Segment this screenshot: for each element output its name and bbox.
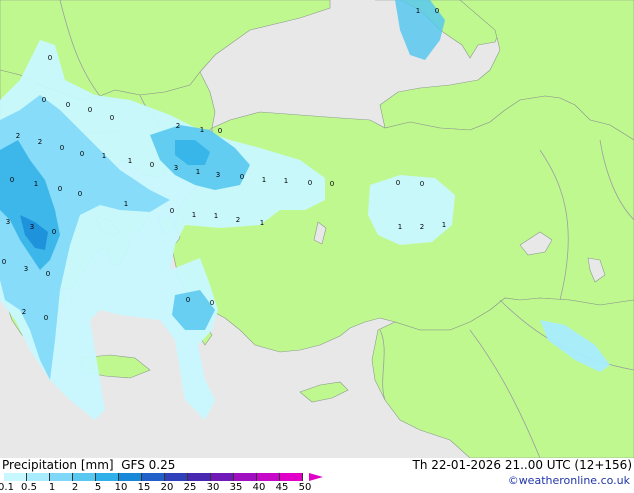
color-scale-swatch xyxy=(73,473,96,481)
map-title: Precipitation [mm] GFS 0.25 xyxy=(2,458,175,472)
color-scale-swatch xyxy=(96,473,119,481)
color-scale-arrow xyxy=(309,473,323,481)
precip-value-label: 1 xyxy=(284,177,288,185)
precip-value-label: 1 xyxy=(196,168,200,176)
color-scale-swatch xyxy=(142,473,165,481)
precip-value-label: 0 xyxy=(420,180,424,188)
precipitation-map: 1 0 0 0 0 0 0 2 1 0 2 2 0 0 1 1 0 3 1 3 0 1 1 0 0 0 0 0 1 0 0 1 0 3 3 0 1 1 2 1… xyxy=(0,0,634,458)
precip-value-label: 0 xyxy=(210,299,214,307)
color-scale-tick-label: 0.1 xyxy=(0,482,14,493)
precip-value-label: 1 xyxy=(192,211,196,219)
color-scale-tick-label: 35 xyxy=(229,482,243,493)
precip-value-label: 0 xyxy=(218,127,222,135)
precip-value-label: 1 xyxy=(128,157,132,165)
precip-value-label: 2 xyxy=(420,223,424,231)
precip-value-label: 3 xyxy=(216,171,220,179)
precip-value-label: 1 xyxy=(124,200,128,208)
precip-value-label: 1 xyxy=(442,221,446,229)
model-name: GFS 0.25 xyxy=(121,458,176,472)
precip-value-label: 2 xyxy=(22,308,26,316)
precip-value-label: 0 xyxy=(46,270,50,278)
color-scale-tick-label: 10 xyxy=(114,482,128,493)
precip-value-label: 3 xyxy=(30,223,34,231)
color-scale-tick-label: 45 xyxy=(275,482,289,493)
precip-value-label: 0 xyxy=(308,179,312,187)
precip-value-label: 0 xyxy=(396,179,400,187)
color-scale-swatch xyxy=(4,473,27,481)
color-scale-swatch xyxy=(119,473,142,481)
color-scale-tick-label: 20 xyxy=(160,482,174,493)
precip-value-label: 0 xyxy=(78,190,82,198)
precip-value-label: 0 xyxy=(66,101,70,109)
precip-value-label: 0 xyxy=(170,207,174,215)
precip-value-label: 1 xyxy=(34,180,38,188)
color-scale-tick-label: 15 xyxy=(137,482,151,493)
precip-value-label: 3 xyxy=(24,265,28,273)
precip-value-label: 0 xyxy=(150,161,154,169)
color-scale xyxy=(4,473,303,481)
precip-value-label: 0 xyxy=(435,7,439,15)
precip-value-label: 1 xyxy=(214,212,218,220)
color-scale-swatch xyxy=(211,473,234,481)
color-scale-tick-label: 0.5 xyxy=(21,482,37,493)
valid-time: Th 22-01-2026 21..00 UTC (12+156) xyxy=(412,458,632,472)
color-scale-swatch xyxy=(27,473,50,481)
color-scale-swatch xyxy=(257,473,280,481)
product-title: Precipitation [mm] xyxy=(2,458,114,472)
precip-value-label: 0 xyxy=(52,228,56,236)
precip-value-label: 0 xyxy=(58,185,62,193)
precip-value-label: 1 xyxy=(262,176,266,184)
precip-value-label: 0 xyxy=(2,258,6,266)
precip-value-label: 1 xyxy=(260,219,264,227)
color-scale-tick-label: 5 xyxy=(94,482,102,493)
precip-value-label: 3 xyxy=(6,218,10,226)
credit-link[interactable]: ©weatheronline.co.uk xyxy=(508,474,630,487)
legend-footer: Precipitation [mm] GFS 0.25 Th 22-01-202… xyxy=(0,458,634,493)
precip-value-label: 1 xyxy=(398,223,402,231)
color-scale-tick-label: 40 xyxy=(252,482,266,493)
color-scale-swatch xyxy=(188,473,211,481)
color-scale-swatch xyxy=(280,473,303,481)
precip-value-label: 0 xyxy=(88,106,92,114)
precip-value-label: 2 xyxy=(38,138,42,146)
precip-value-label: 2 xyxy=(236,216,240,224)
color-scale-tick-label: 50 xyxy=(298,482,312,493)
color-scale-tick-label: 25 xyxy=(183,482,197,493)
color-scale-tick-label: 1 xyxy=(48,482,56,493)
color-scale-tick-label: 30 xyxy=(206,482,220,493)
precip-value-label: 0 xyxy=(186,296,190,304)
precip-value-label: 0 xyxy=(110,114,114,122)
precip-value-label: 0 xyxy=(44,314,48,322)
precip-value-label: 0 xyxy=(80,150,84,158)
color-scale-swatch xyxy=(50,473,73,481)
precip-value-label: 0 xyxy=(240,173,244,181)
color-scale-swatch xyxy=(234,473,257,481)
precip-value-label: 3 xyxy=(174,164,178,172)
map-canvas: { "title": { "product": "Precipitation [… xyxy=(0,0,634,493)
color-scale-tick-label: 2 xyxy=(71,482,79,493)
precip-value-label: 0 xyxy=(330,180,334,188)
color-scale-swatch xyxy=(165,473,188,481)
precip-value-label: 0 xyxy=(10,176,14,184)
precip-value-label: 1 xyxy=(416,7,420,15)
precip-value-label: 1 xyxy=(200,126,204,134)
precip-value-label: 0 xyxy=(42,96,46,104)
precip-value-label: 2 xyxy=(16,132,20,140)
precip-value-label: 2 xyxy=(176,122,180,130)
precip-value-label: 0 xyxy=(48,54,52,62)
precip-value-label: 0 xyxy=(60,144,64,152)
precip-value-label: 1 xyxy=(102,152,106,160)
